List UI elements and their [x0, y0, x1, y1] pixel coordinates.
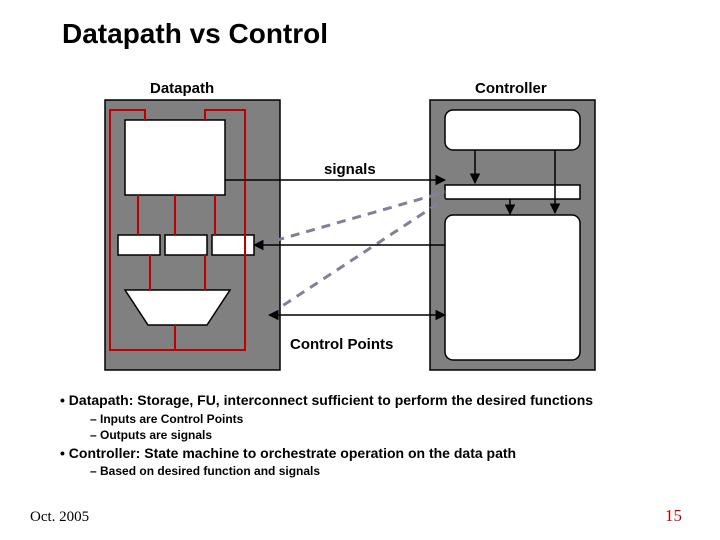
- footer-date: Oct. 2005: [30, 509, 89, 526]
- bullet-2: Outputs are signals: [90, 428, 670, 443]
- controller-big-block: [445, 215, 580, 360]
- label-datapath: Datapath: [150, 80, 214, 97]
- dashed-line-0: [260, 192, 445, 245]
- bullet-3: Controller: State machine to orchestrate…: [60, 445, 670, 463]
- bullet-0: Datapath: Storage, FU, interconnect suff…: [60, 392, 670, 410]
- footer-page: 15: [665, 506, 682, 526]
- controller-small-block: [445, 110, 580, 150]
- controller-bar: [445, 185, 580, 199]
- datapath-top-block: [125, 120, 225, 195]
- datapath-reg-1: [165, 235, 207, 255]
- label-signals: signals: [324, 161, 376, 178]
- label-control-points: Control Points: [290, 336, 393, 353]
- bullet-4: Based on desired function and signals: [90, 464, 670, 479]
- bullet-1: Inputs are Control Points: [90, 412, 670, 427]
- bullet-list: Datapath: Storage, FU, interconnect suff…: [60, 390, 670, 480]
- datapath-reg-0: [118, 235, 160, 255]
- datapath-reg-2: [212, 235, 254, 255]
- label-controller: Controller: [475, 80, 547, 97]
